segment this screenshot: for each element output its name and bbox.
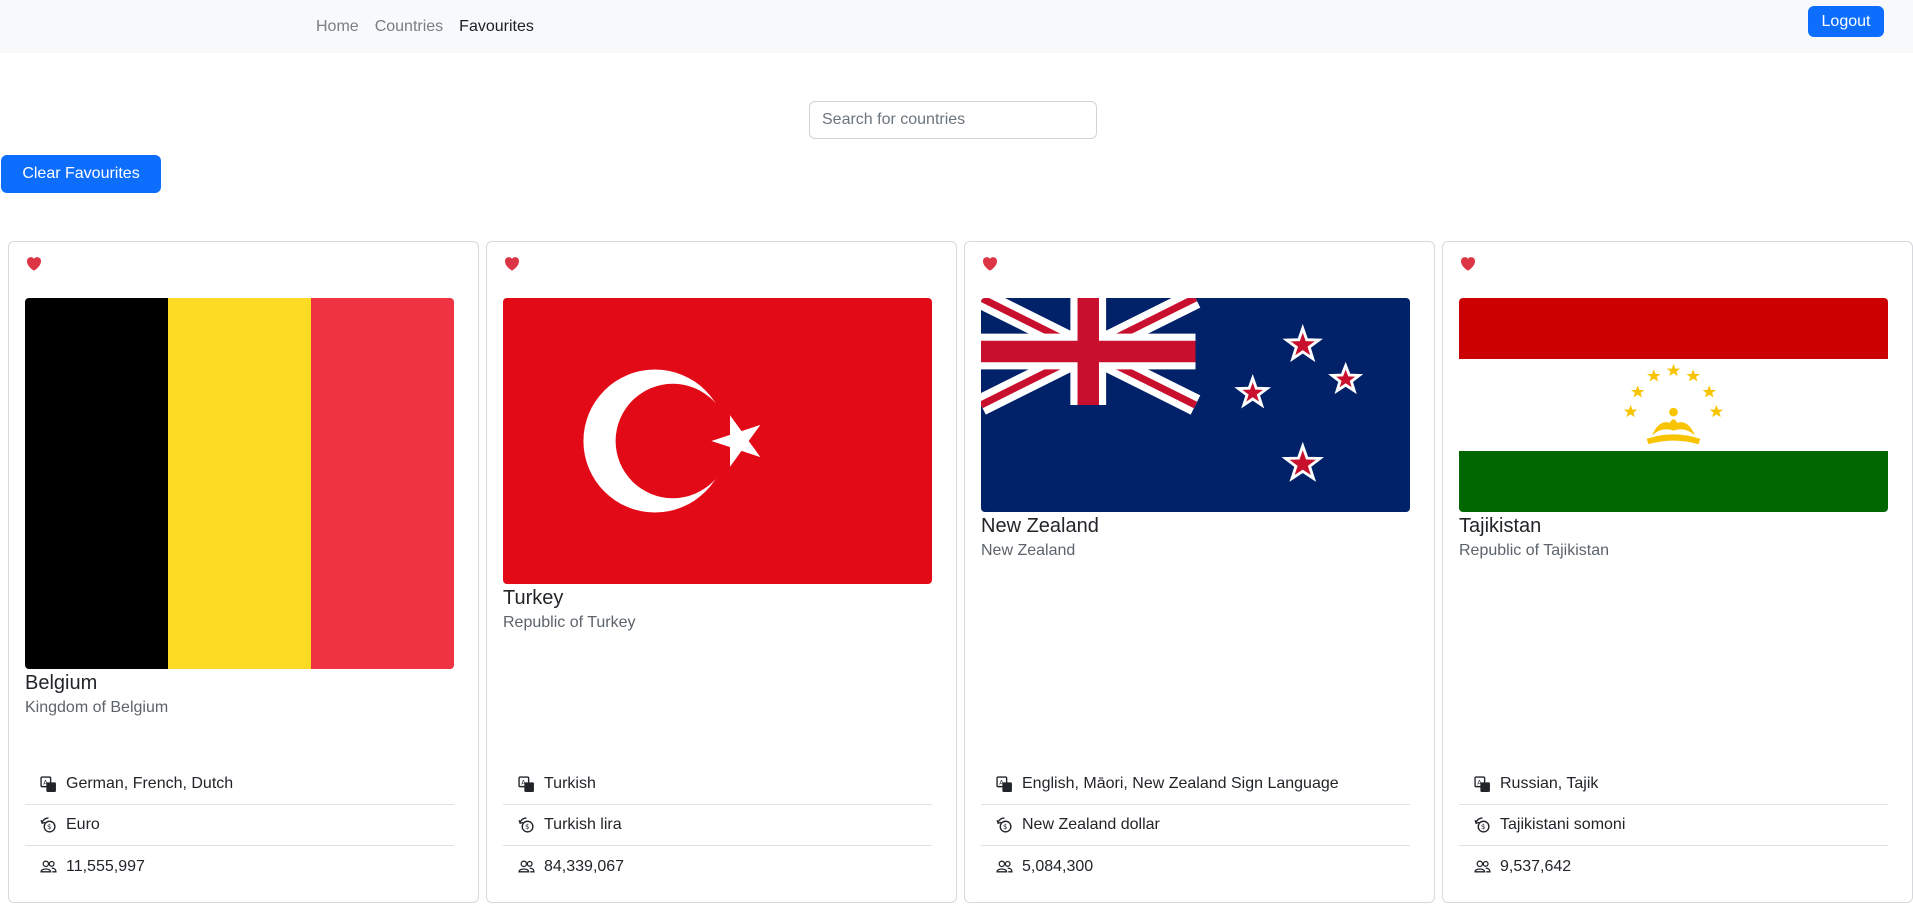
- currency-exchange-icon: $: [1474, 816, 1490, 833]
- languages-text: German, French, Dutch: [66, 775, 234, 792]
- flag-tajikistan: [1459, 298, 1888, 512]
- heart-icon[interactable]: [503, 254, 521, 272]
- heart-icon[interactable]: [981, 254, 999, 272]
- currency-text: Euro: [66, 816, 100, 833]
- flag-new-zealand: [981, 298, 1410, 512]
- translate-icon: A: [40, 775, 56, 792]
- currency-text: New Zealand dollar: [1022, 816, 1160, 833]
- population-item: 11,555,997: [25, 846, 454, 887]
- country-name: Turkey: [503, 587, 564, 609]
- people-icon: [996, 860, 1013, 873]
- svg-text:$: $: [47, 823, 51, 831]
- languages-item: A Russian, Tajik: [1459, 764, 1888, 805]
- languages-item: A German, French, Dutch: [25, 764, 454, 805]
- currency-item: $ Turkish lira: [503, 805, 932, 846]
- country-info-list: A Russian, Tajik $ Tajikistani somoni 9,…: [1459, 764, 1888, 887]
- population-item: 5,084,300: [981, 846, 1410, 887]
- nav-link-countries[interactable]: Countries: [375, 18, 443, 36]
- country-official-name: Republic of Tajikistan: [1459, 542, 1610, 559]
- country-card-new-zealand: New Zealand New Zealand A English, Māori…: [964, 241, 1435, 903]
- flag-belgium: [25, 298, 454, 669]
- heart-icon[interactable]: [25, 254, 43, 272]
- logout-button[interactable]: Logout: [1808, 6, 1884, 37]
- country-name: Tajikistan: [1459, 515, 1542, 537]
- svg-text:A: A: [521, 778, 526, 786]
- languages-text: English, Māori, New Zealand Sign Languag…: [1022, 775, 1339, 792]
- translate-icon: A: [996, 775, 1012, 792]
- people-icon: [40, 860, 57, 873]
- country-card-belgium: Belgium Kingdom of Belgium A German, Fre…: [8, 241, 479, 903]
- population-text: 9,537,642: [1500, 857, 1572, 875]
- svg-text:$: $: [1003, 823, 1007, 831]
- population-item: 84,339,067: [503, 846, 932, 887]
- currency-item: $ Tajikistani somoni: [1459, 805, 1888, 846]
- country-info-list: A German, French, Dutch $ Euro 11,555,99…: [25, 764, 454, 887]
- population-text: 84,339,067: [544, 857, 625, 875]
- nav-link-favourites[interactable]: Favourites: [459, 18, 534, 36]
- currency-exchange-icon: $: [996, 816, 1012, 833]
- currency-text: Tajikistani somoni: [1500, 816, 1626, 833]
- country-card-turkey: Turkey Republic of Turkey A Turkish $ Tu…: [486, 241, 957, 903]
- currency-exchange-icon: $: [518, 816, 534, 833]
- people-icon: [1474, 860, 1491, 873]
- country-official-name: Kingdom of Belgium: [25, 699, 169, 716]
- languages-text: Russian, Tajik: [1500, 775, 1599, 792]
- currency-item: $ Euro: [25, 805, 454, 846]
- navbar: Home Countries Favourites Logout: [0, 0, 1913, 53]
- country-card-tajikistan: Tajikistan Republic of Tajikistan A Russ…: [1442, 241, 1913, 903]
- svg-text:$: $: [1481, 823, 1485, 831]
- currency-exchange-icon: $: [40, 816, 56, 833]
- svg-text:A: A: [1477, 778, 1482, 786]
- svg-text:A: A: [43, 778, 48, 786]
- population-text: 11,555,997: [66, 857, 145, 875]
- country-official-name: Republic of Turkey: [503, 614, 636, 631]
- svg-text:A: A: [999, 778, 1004, 786]
- currency-item: $ New Zealand dollar: [981, 805, 1410, 846]
- translate-icon: A: [518, 775, 534, 792]
- languages-item: A English, Māori, New Zealand Sign Langu…: [981, 764, 1410, 805]
- translate-icon: A: [1474, 775, 1490, 792]
- population-text: 5,084,300: [1022, 857, 1094, 875]
- nav-links: Home Countries Favourites: [316, 0, 534, 53]
- country-name: New Zealand: [981, 515, 1099, 537]
- country-info-list: A Turkish $ Turkish lira 84,339,067: [503, 764, 932, 887]
- country-info-list: A English, Māori, New Zealand Sign Langu…: [981, 764, 1410, 887]
- population-item: 9,537,642: [1459, 846, 1888, 887]
- flag-turkey: [503, 298, 932, 584]
- country-name: Belgium: [25, 672, 98, 694]
- people-icon: [518, 860, 535, 873]
- currency-text: Turkish lira: [544, 816, 622, 833]
- languages-text: Turkish: [544, 775, 596, 792]
- heart-icon[interactable]: [1459, 254, 1477, 272]
- nav-link-home[interactable]: Home: [316, 18, 359, 36]
- svg-text:$: $: [525, 823, 529, 831]
- clear-favourites-button[interactable]: Clear Favourites: [1, 155, 161, 193]
- country-official-name: New Zealand: [981, 542, 1076, 559]
- search-input[interactable]: [809, 101, 1097, 139]
- languages-item: A Turkish: [503, 764, 932, 805]
